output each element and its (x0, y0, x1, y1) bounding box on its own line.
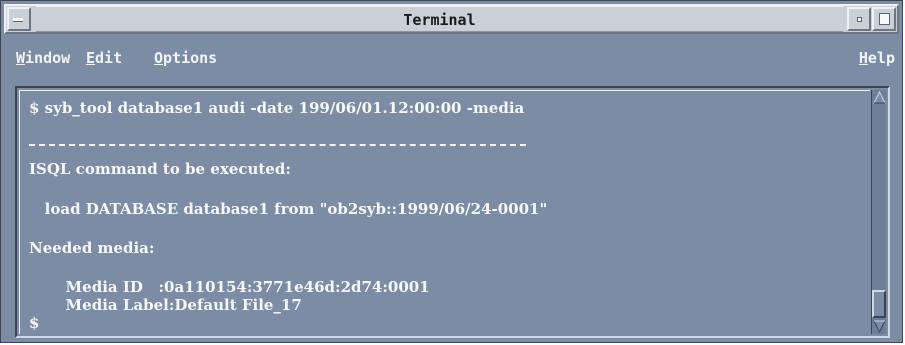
maximize-icon (879, 13, 890, 25)
terminal-line-command: $ syb_tool database1 audi -date 199/06/0… (29, 99, 525, 117)
window-menu-button[interactable] (7, 7, 31, 31)
menu-help-mnemonic: H (858, 49, 868, 67)
menu-help[interactable]: Help (859, 46, 895, 70)
separator-line (29, 144, 526, 146)
minimize-button[interactable] (847, 7, 871, 31)
menu-help-label: elp (867, 49, 895, 67)
menu-window-mnemonic: W (16, 49, 26, 67)
minimize-icon (857, 17, 862, 22)
terminal-line-media-id: Media ID :0a110154:3771e46d:2d74:0001 (29, 278, 430, 296)
menu-options[interactable]: Options (154, 46, 217, 70)
scroll-down-arrow-icon (873, 320, 886, 333)
menu-edit-label: dit (95, 49, 123, 67)
window-menu-icon (13, 18, 23, 22)
terminal-line-isql-heading: ISQL command to be executed: (29, 160, 291, 178)
menu-edit[interactable]: Edit (86, 46, 122, 70)
terminal-frame: $ syb_tool database1 audi -date 199/06/0… (15, 86, 890, 338)
scroll-thumb[interactable] (872, 290, 886, 318)
terminal-prompt: $ (29, 314, 40, 332)
menu-options-label: ptions (163, 49, 218, 67)
scroll-up-button[interactable] (873, 91, 886, 105)
window-title: Terminal (36, 6, 843, 32)
terminal-window: Terminal Window Edit Options Help $ syb_… (0, 0, 903, 343)
title-bar[interactable]: Terminal (4, 4, 899, 34)
menu-window[interactable]: Window (16, 46, 70, 70)
menu-edit-mnemonic: E (86, 49, 96, 67)
scroll-down-button[interactable] (873, 319, 886, 333)
menu-bar: Window Edit Options Help (4, 36, 899, 80)
terminal-line-media-label: Media Label:Default File_17 (29, 296, 302, 314)
terminal-line-needed-media: Needed media: (29, 239, 155, 257)
menu-options-mnemonic: O (154, 49, 164, 67)
vertical-scrollbar[interactable] (871, 90, 886, 334)
scroll-up-arrow-icon (873, 91, 886, 104)
menu-window-label: indow (25, 49, 71, 67)
terminal-line-load-command: load DATABASE database1 from "ob2syb::19… (29, 200, 548, 218)
maximize-button[interactable] (872, 7, 896, 31)
terminal-output[interactable]: $ syb_tool database1 audi -date 199/06/0… (19, 90, 870, 334)
